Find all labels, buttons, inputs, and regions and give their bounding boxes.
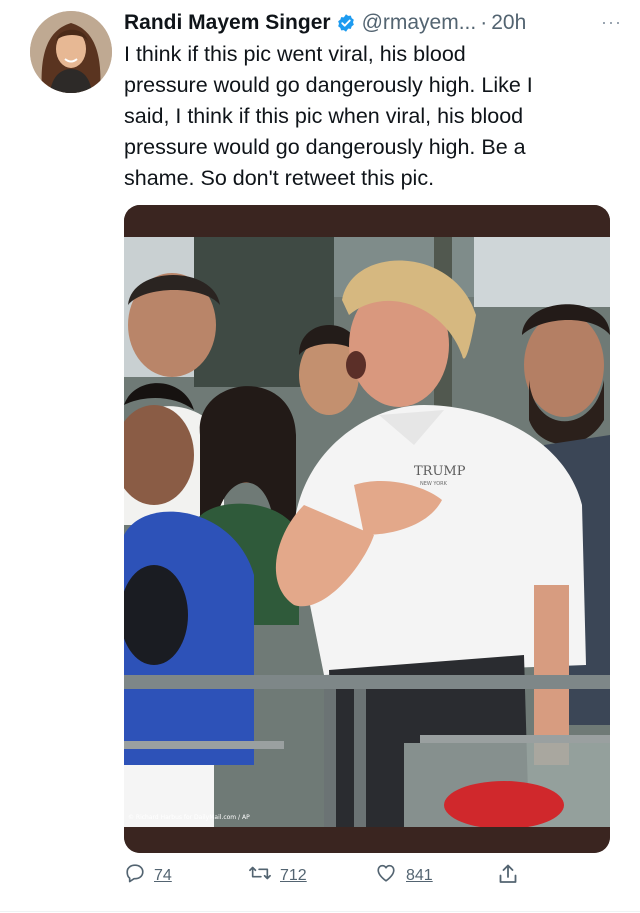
tweet-time[interactable]: 20h <box>491 11 526 35</box>
photo-credit: © Richard Harbus for DailyMail.com / AP <box>128 814 250 821</box>
shirt-logo: TRUMP <box>414 464 466 479</box>
share-button[interactable] <box>496 862 520 891</box>
like-count: 841 <box>406 866 433 884</box>
author-name[interactable]: Randi Mayem Singer <box>124 11 331 35</box>
avatar[interactable] <box>30 11 112 93</box>
header-separator: · <box>480 11 488 34</box>
reply-button[interactable]: 74 <box>124 862 172 889</box>
share-icon <box>496 862 520 891</box>
tweet-actions: 74 712 841 <box>124 862 544 898</box>
bottom-divider <box>0 911 640 912</box>
like-icon <box>374 862 398 889</box>
like-button[interactable]: 841 <box>374 862 433 889</box>
more-icon[interactable]: ··· <box>601 12 622 33</box>
tweet-header: Randi Mayem Singer @rmayem... · 20h ··· <box>124 8 622 38</box>
retweet-count: 712 <box>280 866 307 884</box>
retweet-button[interactable]: 712 <box>248 862 307 889</box>
tweet-text: I think if this pic went viral, his bloo… <box>124 42 533 190</box>
verified-badge-icon <box>336 13 356 33</box>
tweet-photo[interactable]: TRUMP NEW YORK © Richard Harbus for Dail… <box>124 205 610 853</box>
retweet-icon <box>248 862 272 889</box>
shirt-logo-subtitle: NEW YORK <box>420 481 448 487</box>
reply-icon <box>124 862 146 889</box>
tweet: Randi Mayem Singer @rmayem... · 20h ··· … <box>0 0 640 913</box>
author-handle[interactable]: @rmayem... <box>362 11 477 35</box>
reply-count: 74 <box>154 866 172 884</box>
